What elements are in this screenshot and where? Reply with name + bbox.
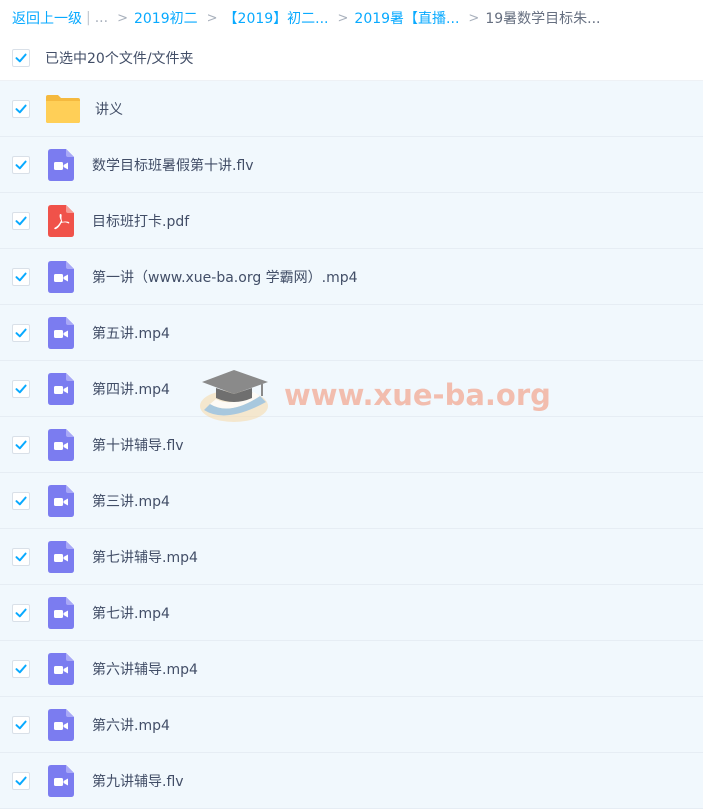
checkmark-icon xyxy=(15,552,27,561)
file-name[interactable]: 第七讲辅导.mp4 xyxy=(92,547,198,567)
file-row[interactable]: 第九讲辅导.flv xyxy=(0,753,703,809)
selection-count: 已选中20个文件/文件夹 xyxy=(45,51,194,67)
file-row[interactable]: 第十讲辅导.flv xyxy=(0,417,703,473)
file-name[interactable]: 第七讲.mp4 xyxy=(92,603,170,623)
file-checkbox[interactable] xyxy=(12,379,30,398)
file-name[interactable]: 第十讲辅导.flv xyxy=(92,435,184,455)
file-row[interactable]: 第三讲.mp4 xyxy=(0,473,703,529)
checkmark-icon xyxy=(15,720,27,729)
selection-bar: 已选中20个文件/文件夹 xyxy=(0,36,703,81)
video-file-icon xyxy=(45,764,77,797)
file-name[interactable]: 目标班打卡.pdf xyxy=(92,211,189,231)
video-file-icon xyxy=(45,484,77,517)
file-row[interactable]: 数学目标班暑假第十讲.flv xyxy=(0,137,703,193)
file-checkbox[interactable] xyxy=(12,435,30,454)
video-file-icon xyxy=(45,596,77,629)
select-all-checkbox[interactable] xyxy=(12,49,30,67)
file-list: 讲义 数学目标班暑假第十讲.flv 目标班打卡.pdf 第一讲（www.xue-… xyxy=(0,81,703,809)
file-name[interactable]: 第三讲.mp4 xyxy=(92,491,170,511)
file-row[interactable]: 目标班打卡.pdf xyxy=(0,193,703,249)
file-name[interactable]: 第九讲辅导.flv xyxy=(92,771,184,791)
checkmark-icon xyxy=(15,776,27,785)
back-link[interactable]: 返回上一级 xyxy=(12,8,82,28)
breadcrumb-crumb-2[interactable]: 【2019】初二... xyxy=(224,8,329,28)
breadcrumb-divider: | xyxy=(86,10,91,26)
file-checkbox[interactable] xyxy=(12,211,30,230)
file-name[interactable]: 数学目标班暑假第十讲.flv xyxy=(92,155,254,175)
file-checkbox[interactable] xyxy=(12,491,30,510)
checkmark-icon xyxy=(15,496,27,505)
file-row[interactable]: 讲义 xyxy=(0,81,703,137)
file-checkbox[interactable] xyxy=(12,715,30,734)
file-checkbox[interactable] xyxy=(12,603,30,622)
chevron-right-icon: > xyxy=(468,10,480,26)
file-row[interactable]: 第七讲辅导.mp4 xyxy=(0,529,703,585)
chevron-right-icon: > xyxy=(206,10,218,26)
file-checkbox[interactable] xyxy=(12,267,30,286)
pdf-file-icon xyxy=(45,204,77,237)
chevron-right-icon: > xyxy=(337,10,349,26)
file-checkbox[interactable] xyxy=(12,547,30,566)
file-checkbox[interactable] xyxy=(12,155,30,174)
file-row[interactable]: 第五讲.mp4 xyxy=(0,305,703,361)
breadcrumb-ellipsis[interactable]: ... xyxy=(95,10,108,26)
file-row[interactable]: 第四讲.mp4 xyxy=(0,361,703,417)
file-name[interactable]: 第六讲.mp4 xyxy=(92,715,170,735)
breadcrumb-current: 19暑数学目标朱... xyxy=(485,11,601,27)
file-checkbox[interactable] xyxy=(12,323,30,342)
folder-icon xyxy=(46,93,80,125)
checkmark-icon xyxy=(15,272,27,281)
breadcrumb-crumb-1[interactable]: 2019初二 xyxy=(134,8,198,28)
checkmark-icon xyxy=(15,160,27,169)
file-checkbox[interactable] xyxy=(12,659,30,678)
file-row[interactable]: 第一讲（www.xue-ba.org 学霸网）.mp4 xyxy=(0,249,703,305)
video-file-icon xyxy=(45,148,77,181)
video-file-icon xyxy=(45,540,77,573)
file-name[interactable]: 第一讲（www.xue-ba.org 学霸网）.mp4 xyxy=(92,267,358,287)
file-name[interactable]: 讲义 xyxy=(95,99,123,119)
file-row[interactable]: 第六讲辅导.mp4 xyxy=(0,641,703,697)
checkmark-icon xyxy=(15,608,27,617)
file-checkbox[interactable] xyxy=(12,99,30,118)
checkmark-icon xyxy=(15,384,27,393)
file-name[interactable]: 第六讲辅导.mp4 xyxy=(92,659,198,679)
video-file-icon xyxy=(45,260,77,293)
checkmark-icon xyxy=(15,664,27,673)
video-file-icon xyxy=(45,428,77,461)
chevron-right-icon: > xyxy=(117,10,128,26)
checkmark-icon xyxy=(15,440,27,449)
file-row[interactable]: 第七讲.mp4 xyxy=(0,585,703,641)
breadcrumb: 返回上一级 | ... > 2019初二 > 【2019】初二... > 201… xyxy=(0,0,703,36)
video-file-icon xyxy=(45,708,77,741)
checkmark-icon xyxy=(15,216,27,225)
breadcrumb-crumb-3[interactable]: 2019暑【直播... xyxy=(354,8,459,28)
video-file-icon xyxy=(45,372,77,405)
file-name[interactable]: 第五讲.mp4 xyxy=(92,323,170,343)
file-name[interactable]: 第四讲.mp4 xyxy=(92,379,170,399)
checkmark-icon xyxy=(15,328,27,337)
checkmark-icon xyxy=(15,104,27,113)
video-file-icon xyxy=(45,316,77,349)
file-checkbox[interactable] xyxy=(12,771,30,790)
file-row[interactable]: 第六讲.mp4 xyxy=(0,697,703,753)
checkmark-icon xyxy=(15,53,27,63)
video-file-icon xyxy=(45,652,77,685)
